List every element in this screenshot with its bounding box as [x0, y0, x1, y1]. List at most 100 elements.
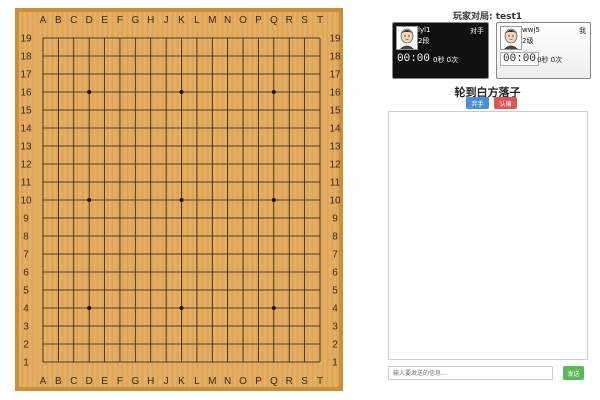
column-label-bottom: R [286, 376, 293, 387]
row-label-right: 8 [332, 232, 338, 243]
column-label-top: Q [270, 15, 278, 26]
column-label-top: R [286, 15, 293, 26]
column-label-top: P [255, 15, 262, 26]
column-label-bottom: L [194, 376, 200, 387]
row-label-left: 10 [20, 196, 32, 207]
row-label-left: 12 [20, 160, 32, 171]
column-label-top: D [86, 15, 93, 26]
opponent-name: lyl1 [418, 26, 431, 34]
row-label-right: 15 [329, 106, 341, 117]
column-label-top: S [301, 15, 308, 26]
opponent-clock: 00:00 [397, 53, 431, 65]
chat-input[interactable] [388, 366, 553, 380]
star-point [179, 198, 184, 202]
column-label-top: F [117, 15, 123, 26]
row-label-right: 16 [329, 88, 341, 99]
row-label-left: 9 [23, 214, 29, 225]
row-label-right: 11 [330, 178, 341, 189]
self-name: wwj5 [522, 26, 540, 34]
column-label-top: L [194, 15, 200, 26]
column-label-top: B [55, 15, 62, 26]
star-point [179, 90, 184, 94]
self-byoyomi: 0秒 0次 [537, 56, 563, 64]
row-label-right: 9 [332, 214, 338, 225]
row-label-right: 2 [332, 340, 338, 351]
column-label-bottom: F [117, 376, 123, 387]
board-grid-svg[interactable]: AABBCCDDEEFFGGHHJJKKLLMMNNOOPPQQRRSSTT19… [15, 8, 343, 391]
star-point [87, 306, 92, 310]
game-title: 玩家对局: test1 [452, 12, 523, 22]
column-label-bottom: B [55, 376, 62, 387]
chat-log[interactable] [388, 111, 588, 360]
opponent-byoyomi: 0秒 0次 [433, 56, 459, 64]
column-label-bottom: S [301, 376, 308, 387]
column-label-top: A [40, 15, 47, 26]
star-point [271, 306, 276, 310]
row-label-left: 18 [20, 52, 32, 63]
self-role: 我 [579, 27, 586, 35]
column-label-top: H [147, 15, 154, 26]
column-label-bottom: K [178, 376, 185, 387]
resign-button[interactable]: 认输 [494, 97, 517, 109]
avatar-icon [396, 26, 418, 50]
self-rank: 2级 [522, 37, 534, 45]
send-button[interactable]: 发送 [563, 366, 584, 380]
column-label-bottom: G [131, 376, 139, 387]
column-label-bottom: P [255, 376, 262, 387]
row-label-left: 11 [21, 178, 32, 189]
row-label-left: 4 [23, 304, 29, 315]
column-label-bottom: T [317, 376, 323, 387]
opponent-card: lyl1 2段 对手 00:00 0秒 0次 [392, 22, 489, 79]
column-label-bottom: E [101, 376, 108, 387]
row-label-left: 7 [23, 250, 29, 261]
column-label-top: J [164, 15, 169, 26]
opponent-role: 对手 [470, 27, 484, 35]
go-board: A A B B C C D D E E F F G G H H J J K K L L M M N N O O P P Q Q R R S S T T 19… [15, 8, 343, 391]
column-label-top: G [131, 15, 139, 26]
column-label-top: E [101, 15, 108, 26]
star-point [271, 90, 276, 94]
row-label-right: 18 [329, 52, 341, 63]
row-label-right: 12 [329, 160, 341, 171]
avatar-icon [500, 26, 522, 50]
column-label-bottom: D [86, 376, 93, 387]
column-label-bottom: Q [270, 376, 278, 387]
column-label-bottom: M [208, 376, 216, 387]
column-label-bottom: A [40, 376, 47, 387]
star-point [87, 198, 92, 202]
row-label-left: 6 [23, 268, 29, 279]
row-label-right: 4 [332, 304, 338, 315]
row-label-right: 17 [329, 70, 341, 81]
star-point [271, 198, 276, 202]
column-label-bottom: N [224, 376, 231, 387]
self-card: wwj5 2级 我 00:00 0秒 0次 [496, 22, 591, 79]
self-clock: 00:00 [500, 52, 540, 66]
column-label-bottom: C [70, 376, 77, 387]
row-label-left: 2 [23, 340, 29, 351]
column-label-bottom: J [164, 376, 169, 387]
column-label-top: O [239, 15, 247, 26]
column-label-top: N [224, 15, 231, 26]
row-label-right: 5 [332, 286, 338, 297]
row-label-left: 13 [20, 142, 32, 153]
row-label-left: 17 [20, 70, 32, 81]
row-label-left: 19 [20, 34, 32, 45]
star-point [179, 306, 184, 310]
row-label-left: 15 [20, 106, 32, 117]
row-label-right: 19 [329, 34, 341, 45]
row-label-left: 8 [23, 232, 29, 243]
column-label-bottom: O [239, 376, 247, 387]
row-label-right: 3 [332, 322, 338, 333]
row-label-right: 1 [332, 358, 338, 369]
pass-button[interactable]: 弃手 [466, 97, 489, 109]
row-label-right: 7 [332, 250, 338, 261]
row-label-right: 10 [329, 196, 341, 207]
column-label-top: K [178, 15, 185, 26]
row-label-left: 1 [23, 358, 29, 369]
row-label-right: 14 [329, 124, 341, 135]
column-label-top: T [317, 15, 323, 26]
row-label-left: 16 [20, 88, 32, 99]
row-label-right: 13 [329, 142, 341, 153]
row-label-left: 5 [23, 286, 29, 297]
star-point [87, 90, 92, 94]
